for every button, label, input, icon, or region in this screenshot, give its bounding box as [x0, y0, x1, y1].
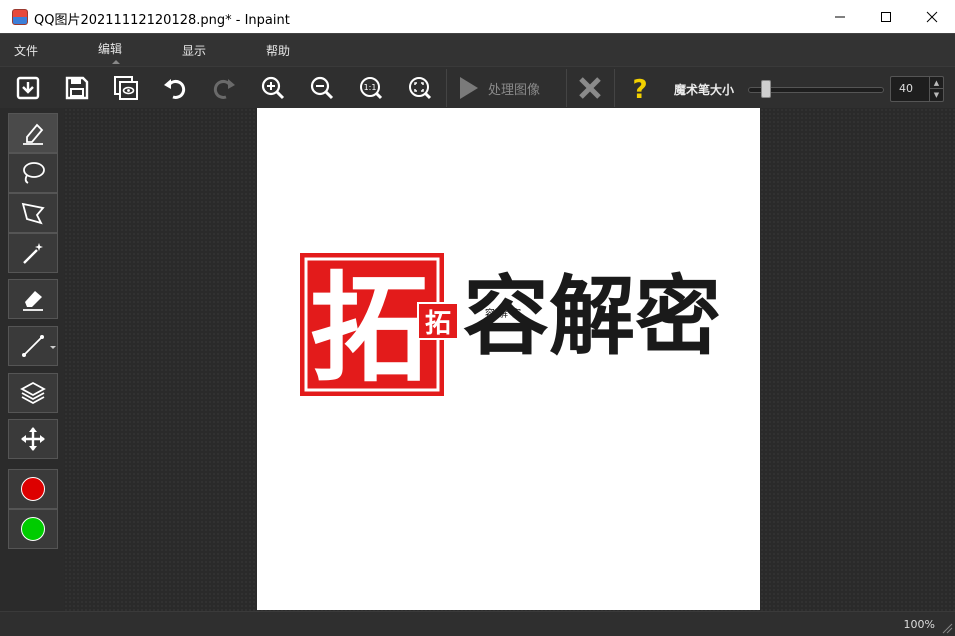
- menu-bar: 文件 编辑 显示 帮助: [0, 33, 955, 66]
- green-color-swatch: [21, 517, 45, 541]
- close-icon: [579, 77, 601, 99]
- brush-size-value: 40: [899, 82, 913, 95]
- redo-button[interactable]: [206, 70, 242, 106]
- minimize-icon: [835, 16, 845, 17]
- spin-down-button[interactable]: ▼: [929, 89, 943, 101]
- marker-icon: [23, 123, 44, 145]
- chevron-down-icon[interactable]: [50, 346, 56, 349]
- polygon-lasso-icon: [21, 202, 45, 225]
- brush-size-spinbox[interactable]: 40 ▲ ▼: [890, 76, 944, 102]
- save-icon: [65, 76, 89, 100]
- undo-button[interactable]: [157, 70, 193, 106]
- close-icon: [926, 11, 938, 22]
- red-color-swatch: [21, 477, 45, 501]
- move-icon: [21, 427, 45, 451]
- help-icon: ?: [632, 75, 647, 102]
- actual-size-icon: 1:1: [360, 77, 383, 100]
- help-button[interactable]: ?: [622, 70, 658, 106]
- preview-icon: [114, 76, 138, 100]
- tool-sidebar: [0, 108, 64, 611]
- toolbar-separator: [614, 69, 615, 107]
- menu-help[interactable]: 帮助: [266, 42, 290, 59]
- move-tool-button[interactable]: [8, 419, 58, 459]
- layers-tool-button[interactable]: [8, 373, 58, 413]
- spin-up-button[interactable]: ▲: [929, 77, 943, 89]
- picture-icon: [12, 9, 28, 25]
- brush-size-label: 魔术笔大小: [674, 83, 735, 97]
- window-title: QQ图片20211112120128.png* - Inpaint: [34, 13, 290, 28]
- line-tool-button[interactable]: [8, 326, 58, 366]
- menu-view[interactable]: 显示: [182, 42, 206, 59]
- image-canvas[interactable]: 拓 拓 容解密 容 解 密: [257, 108, 760, 610]
- lasso-icon: [23, 162, 45, 184]
- process-image-label: 处理图像: [488, 82, 541, 98]
- actual-size-button[interactable]: 1:1: [353, 70, 389, 106]
- maximize-icon: [881, 11, 891, 22]
- toolbar: 1:1 处理图像 ? 魔术笔大小 40 ▲ ▼: [0, 66, 955, 108]
- small-seal-character: 拓: [425, 309, 451, 339]
- polygon-lasso-tool-button[interactable]: [8, 193, 58, 233]
- zoom-out-button[interactable]: [304, 70, 340, 106]
- status-bar: 100%: [0, 611, 955, 636]
- fit-window-icon: [409, 77, 432, 100]
- eraser-icon: [23, 291, 43, 311]
- svg-text:1:1: 1:1: [364, 83, 377, 92]
- redo-icon: [213, 79, 235, 99]
- layers-icon: [20, 381, 46, 405]
- undo-icon: [164, 79, 186, 99]
- zoom-out-icon: [310, 76, 334, 100]
- minimize-button[interactable]: [817, 0, 863, 33]
- toolbar-separator: [446, 69, 447, 107]
- magic-wand-tool-button[interactable]: [8, 233, 58, 273]
- brand-small-text: 容 解 密: [485, 307, 521, 320]
- red-color-button[interactable]: [8, 469, 58, 509]
- close-window-button[interactable]: [909, 0, 955, 33]
- logo-image: 拓 拓 容解密 容 解 密: [300, 253, 721, 398]
- svg-text:?: ?: [632, 75, 647, 102]
- fit-window-button[interactable]: [402, 70, 438, 106]
- title-bar: QQ图片20211112120128.png* - Inpaint: [0, 0, 955, 33]
- process-image-button[interactable]: 处理图像: [454, 73, 564, 103]
- maximize-button[interactable]: [863, 0, 909, 33]
- lasso-tool-button[interactable]: [8, 153, 58, 193]
- green-color-button[interactable]: [8, 509, 58, 549]
- open-icon: [16, 76, 40, 100]
- marker-tool-button[interactable]: [8, 113, 58, 153]
- preview-button[interactable]: [108, 70, 144, 106]
- menu-file[interactable]: 文件: [14, 42, 38, 59]
- open-button[interactable]: [10, 70, 46, 106]
- brush-size-slider-handle[interactable]: [760, 80, 771, 98]
- zoom-in-icon: [261, 76, 285, 100]
- eraser-tool-button[interactable]: [8, 279, 58, 319]
- seal-character: 拓: [310, 259, 428, 398]
- magic-wand-icon: [23, 243, 43, 264]
- line-icon: [22, 335, 44, 357]
- play-icon: [460, 77, 478, 99]
- menu-edit[interactable]: 编辑: [98, 40, 122, 64]
- clear-selection-button[interactable]: [572, 70, 608, 106]
- toolbar-separator: [566, 69, 567, 107]
- save-button[interactable]: [59, 70, 95, 106]
- zoom-in-button[interactable]: [255, 70, 291, 106]
- resize-grip-icon[interactable]: [941, 622, 953, 634]
- zoom-level: 100%: [903, 618, 935, 631]
